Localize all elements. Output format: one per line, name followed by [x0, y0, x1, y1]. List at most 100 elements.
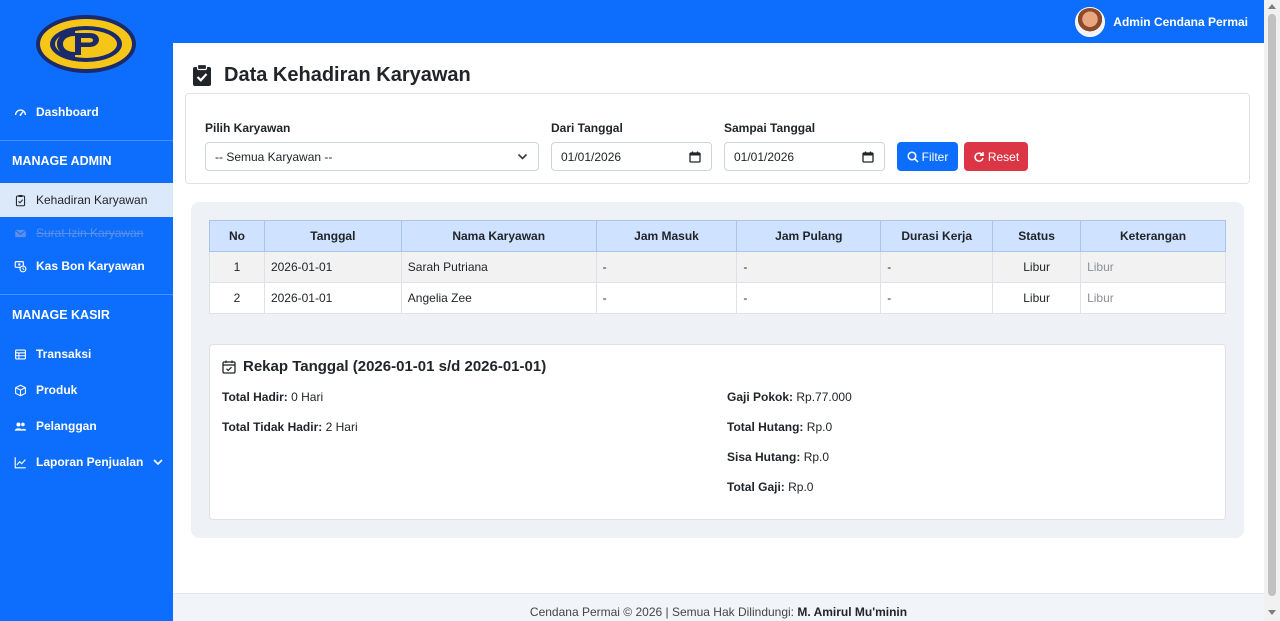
sidebar-item-label: Transaksi — [36, 347, 92, 361]
sidebar-item-transaksi[interactable]: Transaksi — [0, 337, 173, 371]
from-date-input[interactable]: 01/01/2026 — [551, 142, 712, 171]
table-cell: Sarah Putriana — [400, 251, 597, 283]
column-header[interactable]: Jam Masuk — [595, 220, 738, 252]
column-header[interactable]: Keterangan — [1080, 220, 1226, 252]
sidebar-item-label: Pelanggan — [36, 419, 97, 433]
attendance-table: No Tanggal Nama Karyawan Jam Masuk Jam P… — [209, 220, 1226, 314]
calendar-icon[interactable] — [862, 151, 874, 163]
column-header[interactable]: Jam Pulang — [736, 220, 882, 252]
total-hutang: Total Hutang: Rp.0 — [727, 420, 832, 434]
envelope-icon — [13, 226, 27, 240]
scrollbar[interactable] — [1264, 0, 1280, 621]
cash-clock-icon — [13, 259, 27, 273]
total-tidak-hadir: Total Tidak Hadir: 2 Hari — [222, 420, 358, 434]
sidebar-item-kehadiran[interactable]: Kehadiran Karyawan — [0, 183, 173, 217]
users-icon — [13, 419, 27, 433]
table-cell: Libur — [1080, 282, 1226, 314]
table-cell: - — [880, 282, 994, 314]
employee-select[interactable]: -- Semua Karyawan -- — [205, 142, 539, 171]
chevron-down-icon[interactable] — [153, 458, 163, 466]
clipboard-check-icon — [193, 63, 211, 86]
rekap-card: Rekap Tanggal (2026-01-01 s/d 2026-01-01… — [209, 344, 1226, 520]
reset-button[interactable]: Reset — [964, 142, 1028, 171]
total-tidak-hadir-value: 2 Hari — [325, 420, 358, 434]
company-logo[interactable] — [35, 14, 137, 74]
table-cell: Angelia Zee — [400, 282, 597, 314]
filter-button-label: Filter — [921, 149, 949, 164]
status-cell: Libur — [992, 282, 1082, 314]
column-header[interactable]: Nama Karyawan — [400, 220, 597, 252]
table-cell: - — [595, 251, 738, 283]
calendar-icon[interactable] — [689, 151, 701, 163]
table-cell: - — [595, 282, 738, 314]
main-content: Data Kehadiran Karyawan Pilih Karyawan -… — [173, 43, 1264, 621]
footer-text: Cendana Permai © 2026 | Semua Hak Dilind… — [529, 605, 795, 619]
sisa-hutang-value: Rp.0 — [803, 450, 830, 464]
to-date-input[interactable]: 01/01/2026 — [724, 142, 885, 171]
status-cell: Libur — [992, 251, 1082, 283]
sidebar: Dashboard MANAGE ADMIN Kehadiran Karyawa… — [0, 0, 173, 621]
gauge-icon — [13, 105, 27, 119]
user-menu[interactable]: Admin Cendana Permai — [1075, 7, 1248, 37]
sidebar-item-kas-bon[interactable]: Kas Bon Karyawan — [0, 249, 173, 283]
table-cell: 2026-01-01 — [263, 282, 402, 314]
user-name[interactable]: Admin Cendana Permai — [1113, 15, 1248, 29]
sidebar-item-surat-izin[interactable]: Surat Izin Karyawan — [0, 216, 173, 250]
from-date-label: Dari Tanggal — [551, 121, 623, 135]
rekap-title-text: Rekap Tanggal (2026-01-01 s/d 2026-01-01… — [243, 358, 547, 375]
sidebar-item-dashboard[interactable]: Dashboard — [0, 95, 173, 129]
table-cell: 1 — [209, 251, 265, 283]
calendar-check-icon — [222, 360, 236, 374]
table-cell: 2026-01-01 — [263, 251, 402, 283]
table-cell: - — [736, 282, 882, 314]
total-gaji: Total Gaji: Rp.0 — [727, 480, 813, 494]
total-hutang-value: Rp.0 — [806, 420, 833, 434]
employee-select-value: -- Semua Karyawan -- — [215, 149, 333, 164]
scroll-down-arrow-icon[interactable] — [1268, 610, 1276, 615]
column-header[interactable]: Durasi Kerja — [880, 220, 994, 252]
sisa-hutang-label: Sisa Hutang: — [727, 450, 801, 464]
divider — [0, 294, 173, 295]
refresh-icon — [974, 151, 984, 162]
sidebar-item-pelanggan[interactable]: Pelanggan — [0, 409, 173, 443]
to-date-value: 01/01/2026 — [734, 149, 795, 164]
employee-label: Pilih Karyawan — [205, 121, 291, 135]
total-hutang-label: Total Hutang: — [727, 420, 804, 434]
sidebar-item-produk[interactable]: Produk — [0, 373, 173, 407]
column-header[interactable]: Status — [992, 220, 1082, 252]
table-cell: - — [736, 251, 882, 283]
search-icon — [907, 150, 919, 163]
table-row[interactable]: 1 2026-01-01 Sarah Putriana - - - Libur … — [209, 251, 1226, 283]
sidebar-item-label: Kas Bon Karyawan — [36, 259, 145, 273]
total-tidak-hadir-label: Total Tidak Hadir: — [222, 420, 323, 434]
content-card: No Tanggal Nama Karyawan Jam Masuk Jam P… — [191, 202, 1244, 538]
filter-card: Pilih Karyawan -- Semua Karyawan -- Dari… — [185, 93, 1250, 184]
gaji-pokok-value: Rp.77.000 — [796, 390, 852, 404]
column-header[interactable]: Tanggal — [263, 220, 402, 252]
sidebar-item-label: Surat Izin Karyawan — [36, 226, 144, 240]
box-icon — [13, 383, 27, 397]
gaji-pokok-label: Gaji Pokok: — [727, 390, 794, 404]
table-cell: 2 — [209, 282, 265, 314]
section-manage-kasir: MANAGE KASIR — [12, 308, 110, 322]
sidebar-item-label: Dashboard — [36, 105, 99, 119]
table-cell: - — [880, 251, 994, 283]
table-row[interactable]: 2 2026-01-01 Angelia Zee - - - Libur Lib… — [209, 282, 1226, 314]
sidebar-item-laporan[interactable]: Laporan Penjualan — [0, 445, 173, 479]
to-date-label: Sampai Tanggal — [724, 121, 816, 135]
table-cell: Libur — [1080, 251, 1226, 283]
column-header[interactable]: No — [209, 220, 265, 252]
table-list-icon — [13, 347, 27, 361]
avatar[interactable] — [1075, 7, 1106, 37]
chevron-down-icon — [517, 153, 528, 160]
divider — [0, 140, 173, 141]
filter-button[interactable]: Filter — [897, 142, 958, 171]
page-title-text: Data Kehadiran Karyawan — [224, 63, 471, 86]
scroll-thumb[interactable] — [1268, 14, 1276, 596]
scroll-up-arrow-icon[interactable] — [1268, 4, 1276, 9]
rekap-title: Rekap Tanggal (2026-01-01 s/d 2026-01-01… — [222, 358, 546, 375]
table-header-row: No Tanggal Nama Karyawan Jam Masuk Jam P… — [209, 220, 1226, 252]
sidebar-item-label: Kehadiran Karyawan — [36, 193, 148, 207]
sidebar-item-label: Laporan Penjualan — [36, 455, 144, 469]
total-gaji-value: Rp.0 — [788, 480, 814, 494]
